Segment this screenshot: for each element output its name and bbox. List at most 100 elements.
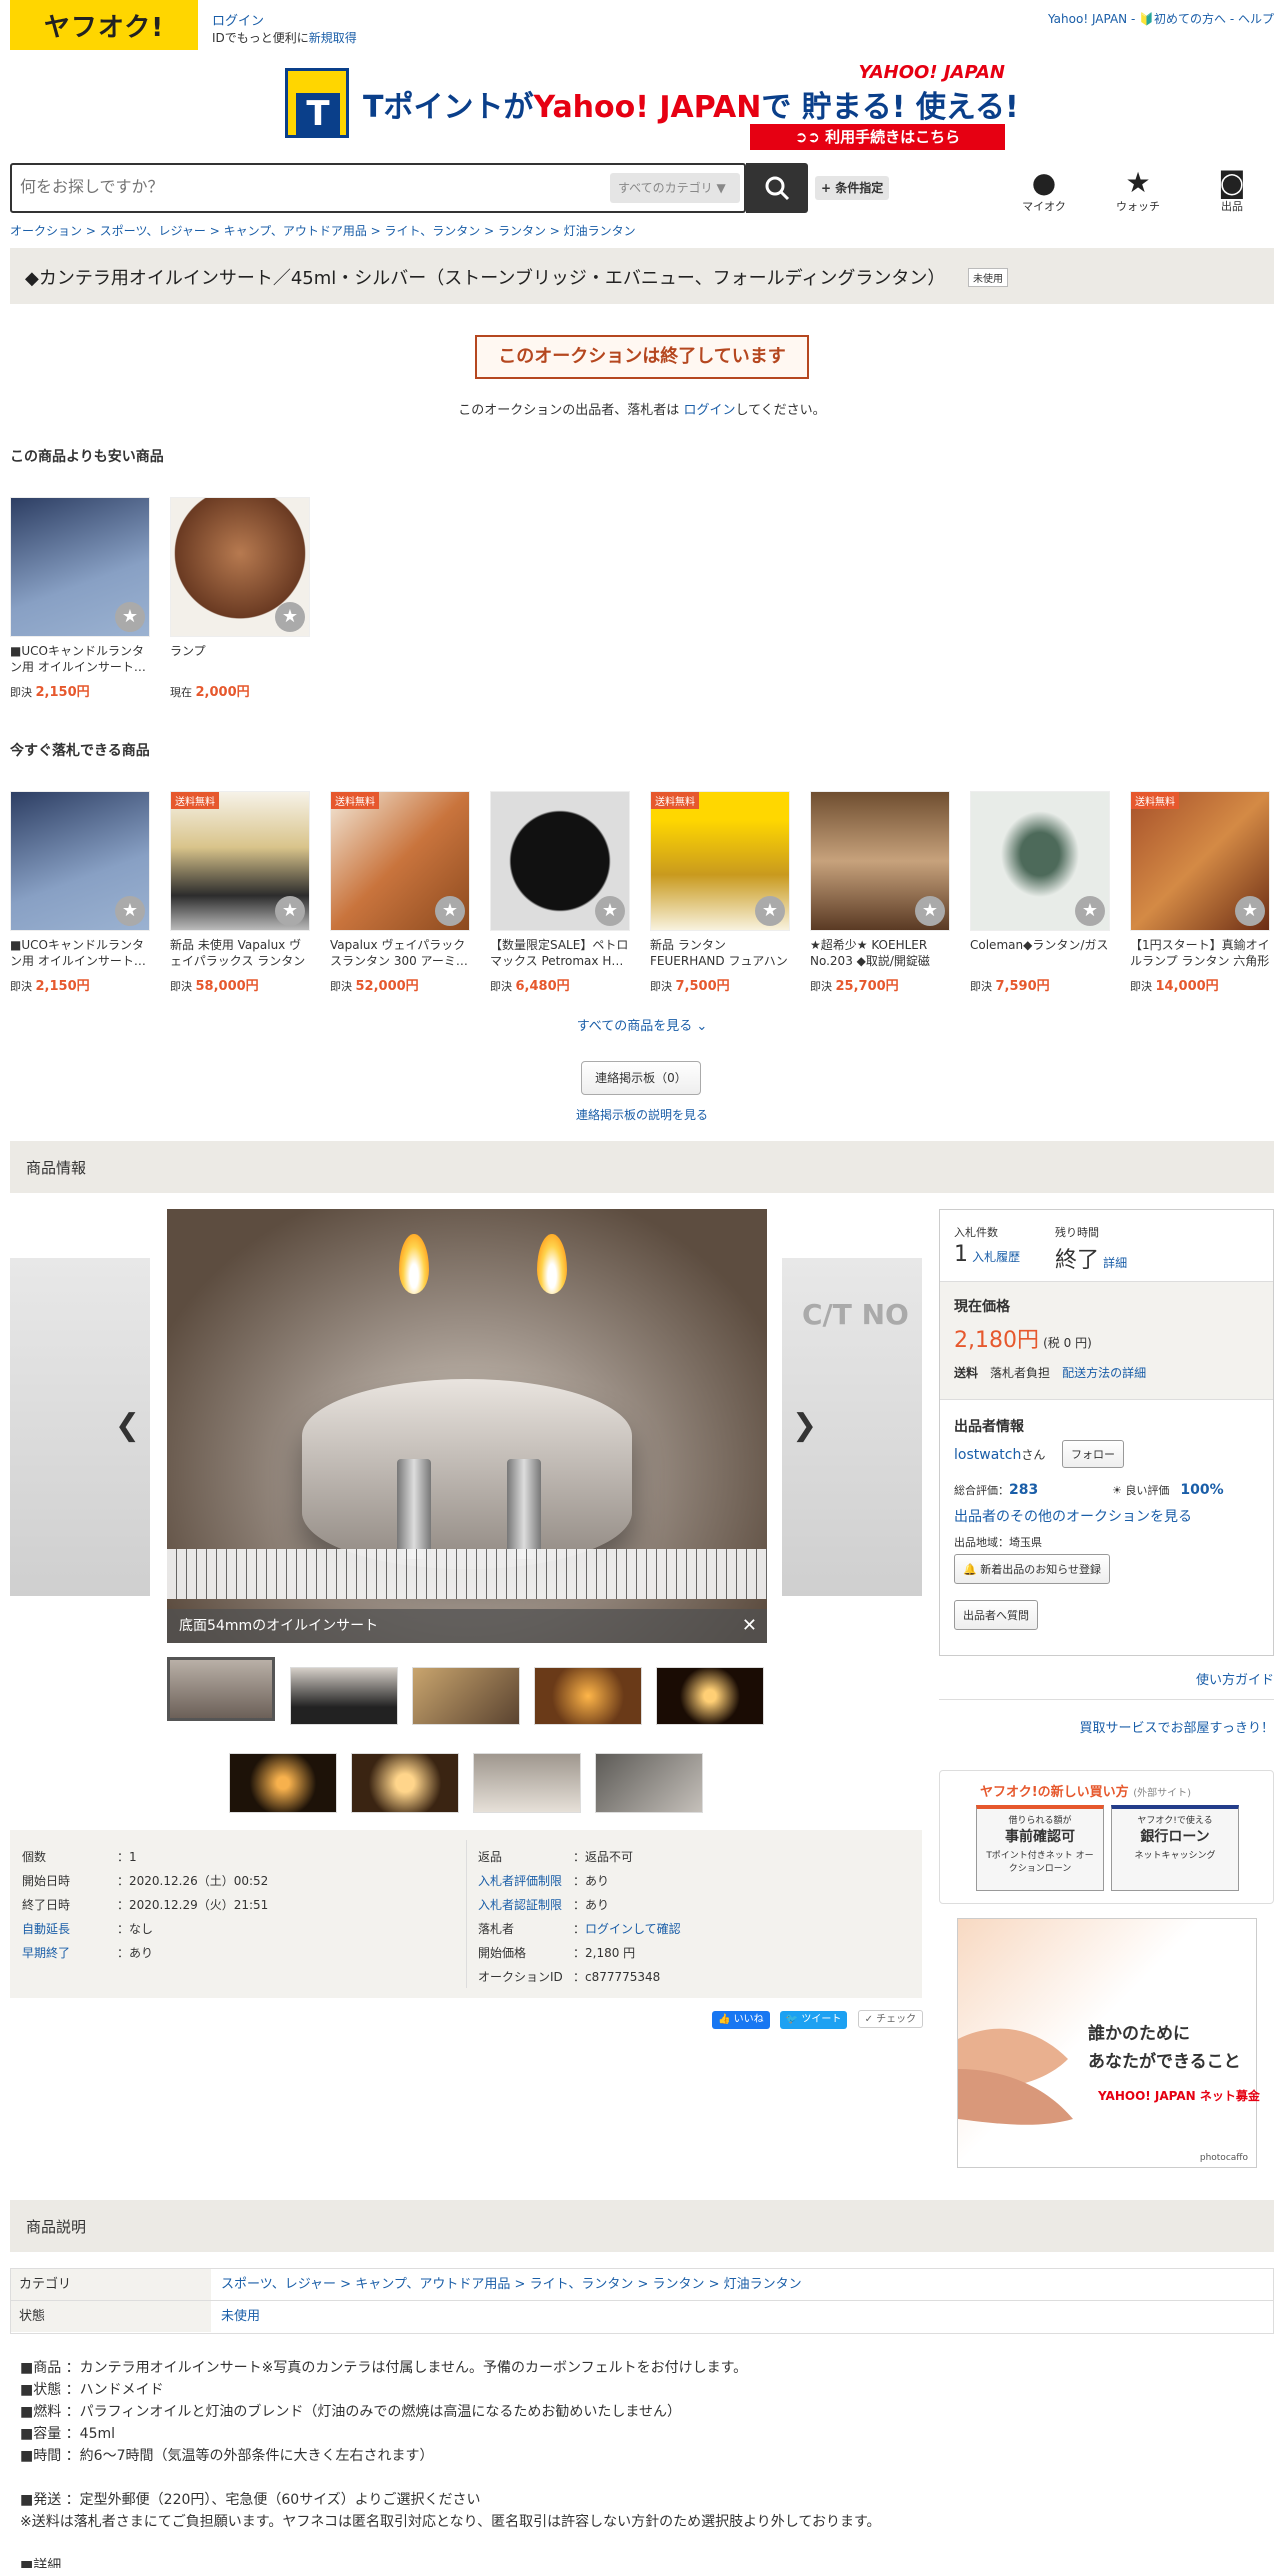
info-key-link[interactable]: 自動延長 — [22, 1920, 117, 1937]
thumbnail-9[interactable] — [595, 1753, 703, 1813]
caption-text: 底面54mmのオイルインサート — [179, 1618, 379, 1634]
donation-ad[interactable]: 誰かのために あなたができること YAHOO! JAPAN ネット募金 phot… — [957, 1918, 1260, 2168]
banner-register-button[interactable]: ➲➲ 利用手続きはこちら — [750, 124, 1005, 150]
watch-star-icon[interactable]: ★ — [115, 602, 145, 632]
ask-seller-button[interactable]: 出品者へ質問 — [954, 1600, 1038, 1630]
thumbnail-5[interactable] — [656, 1667, 764, 1725]
info-key: 開始価格 — [478, 1946, 527, 1960]
info-row: オークションID ：c877775348 — [478, 1970, 661, 1984]
product-card[interactable]: 送料無料 ★ Vapalux ヴェイパラックスランタン 300 アーミ… 即決 5… — [330, 791, 470, 994]
desc-line: ■燃料 ：パラフィンオイルと灯油のブレンド（灯油のみでの燃焼は高温になるためお勧… — [20, 2404, 681, 2420]
price-label: 即決 — [170, 980, 192, 993]
info-key-link[interactable]: 入札者認証制限 — [478, 1896, 573, 1913]
category-select[interactable]: すべてのカテゴリ ▼ — [610, 173, 740, 203]
product-price: 2,000円 — [195, 685, 250, 700]
breadcrumb[interactable]: オークション > スポーツ、レジャー > キャンプ、アウトドア用品 > ライト、… — [10, 222, 636, 239]
shipping-detail-link[interactable]: 配送方法の詳細 — [1062, 1366, 1146, 1380]
watch-star-icon[interactable]: ★ — [275, 602, 305, 632]
yahuoku-logo[interactable]: ヤフオク! — [10, 0, 198, 50]
product-card[interactable]: ★ Coleman◆ランタン/ガス 即決 7,590円 — [970, 791, 1110, 994]
product-price-row: 即決 2,150円 — [10, 681, 150, 700]
loan-card-2[interactable]: ヤフオク!で使える 銀行ローン ネットキャッシング — [1111, 1805, 1239, 1891]
other-auctions-link[interactable]: 出品者のその他のオークションを見る — [954, 1506, 1192, 1526]
tweet-button[interactable]: 🐦 ツイート — [779, 2011, 848, 2029]
product-thumbnail: 送料無料 ★ — [170, 791, 310, 931]
product-card[interactable]: ★ ■UCOキャンドルランタン用 オイルインサート… 即決 2,150円 — [10, 791, 150, 994]
buy-service-link[interactable]: 買取サービスでお部屋すっきり！ — [1080, 1717, 1274, 1736]
tpoint-logo: T — [285, 68, 349, 138]
condition-link[interactable]: 未使用 — [221, 2301, 260, 2332]
seller-name-link[interactable]: lostwatch — [954, 1447, 1021, 1463]
follow-button[interactable]: フォロー — [1062, 1440, 1124, 1468]
ad-line1: 誰かのために — [1088, 2024, 1190, 2044]
thumbnail-3[interactable] — [412, 1667, 520, 1725]
prev-image-preview[interactable]: ❮ — [10, 1258, 150, 1596]
watch-star-icon[interactable]: ★ — [115, 896, 145, 926]
ended-login-link[interactable]: ログイン — [683, 403, 735, 418]
product-card[interactable]: ★ ランプ 現在 2,000円 — [170, 497, 310, 700]
thumbnail-6[interactable] — [229, 1753, 337, 1813]
price-label: 即決 — [330, 980, 352, 993]
category-path-link[interactable]: スポーツ、レジャー > キャンプ、アウトドア用品 > ライト、ランタン > ラン… — [221, 2269, 802, 2300]
new-listing-notify-button[interactable]: 🔔 新着出品のお知らせ登録 — [954, 1554, 1110, 1584]
watch-button[interactable]: ★ ウォッチ — [1108, 168, 1168, 214]
watch-star-icon[interactable]: ★ — [1075, 896, 1105, 926]
thumbnail-1[interactable] — [167, 1657, 275, 1721]
t-letter: T — [296, 93, 340, 135]
like-button[interactable]: 👍 いいね — [712, 2011, 770, 2029]
sell-button[interactable]: ◙ 出品 — [1202, 168, 1262, 214]
board-note-link[interactable]: 連絡掲示板の説明を見る — [0, 1106, 1284, 1123]
main-product-image[interactable]: 底面54mmのオイルインサート ✕ — [167, 1209, 767, 1643]
product-card[interactable]: ★ 【数量限定SALE】ペトロマックス Petromax H… 即決 6,480… — [490, 791, 630, 994]
right-divider — [939, 1699, 1274, 1700]
watch-star-icon[interactable]: ★ — [755, 896, 785, 926]
watch-star-icon[interactable]: ★ — [1235, 896, 1265, 926]
condition-button[interactable]: + 条件指定 — [815, 176, 890, 200]
watch-star-icon[interactable]: ★ — [915, 896, 945, 926]
next-arrow-icon[interactable]: ❯ — [792, 1408, 817, 1443]
product-card[interactable]: 送料無料 ★ 新品 未使用 Vapalux ヴェイパラックス ランタン … 即決 … — [170, 791, 310, 994]
thumbnail-8[interactable] — [473, 1753, 581, 1813]
close-icon[interactable]: ✕ — [742, 1609, 757, 1643]
price-label: 即決 — [810, 980, 832, 993]
product-name: ■UCOキャンドルランタン用 オイルインサート… — [10, 644, 146, 674]
share-buttons: 👍 いいね 🐦 ツイート ✓ チェック — [706, 2010, 924, 2029]
next-image-preview[interactable]: C/T NO ❯ — [782, 1258, 922, 1596]
watch-star-icon[interactable]: ★ — [275, 896, 305, 926]
thumbnail-2[interactable] — [290, 1667, 398, 1725]
check-button[interactable]: ✓ チェック — [857, 2010, 924, 2028]
watch-star-icon[interactable]: ★ — [595, 896, 625, 926]
top-links[interactable]: Yahoo! JAPAN - 🔰初めての方へ - ヘルプ — [1048, 10, 1274, 27]
tpoint-banner[interactable]: T TポイントがYahoo! JAPANで 貯まる! 使える! YAHOO! J… — [285, 62, 1019, 152]
new-payment-title: ヤフオク!の新しい買い方 — [980, 1785, 1129, 1800]
login-link[interactable]: ログイン — [212, 10, 357, 29]
banner-text-prefix: Tポイントが — [363, 90, 534, 125]
info-key-link[interactable]: 早期終了 — [22, 1944, 117, 1961]
product-card[interactable]: 送料無料 ★ 【1円スタート】真鍮オイルランプ ランタン 六角形 即決 14,00… — [1130, 791, 1270, 994]
board-button[interactable]: 連絡掲示板（0） — [581, 1061, 701, 1095]
loan-card-1[interactable]: 借りられる額が 事前確認可 Tポイント付きネット オークションローン — [976, 1805, 1104, 1891]
product-card[interactable]: 送料無料 ★ 新品 ランタン FEUERHAND フュアハンド BS27… 即決 … — [650, 791, 790, 994]
info-key-link[interactable]: 入札者評価制限 — [478, 1872, 573, 1889]
bid-history-link[interactable]: 入札履歴 — [972, 1250, 1020, 1264]
watch-star-icon[interactable]: ★ — [435, 896, 465, 926]
search-button[interactable] — [746, 163, 808, 213]
info-row: 開始日時 ：2020.12.26（土）00:52 — [22, 1874, 269, 1888]
register-link[interactable]: 新規取得 — [309, 31, 357, 45]
product-card[interactable]: ★ ■UCOキャンドルランタン用 オイルインサート… 即決 2,150円 — [10, 497, 150, 700]
time-detail-link[interactable]: 詳細 — [1103, 1256, 1127, 1270]
product-name: ■UCOキャンドルランタン用 オイルインサート… — [10, 938, 146, 968]
product-price: 7,590円 — [995, 979, 1050, 994]
product-card[interactable]: ★ ★超希少★ KOEHLER No.203 ◆取説/開錠磁石… 即決 25,7… — [810, 791, 950, 994]
search-input[interactable] — [20, 174, 600, 202]
winner-login-link[interactable]: ログインして確認 — [585, 1922, 681, 1936]
guide-link[interactable]: 使い方ガイド — [1196, 1669, 1274, 1688]
prev-arrow-icon[interactable]: ❮ — [115, 1408, 140, 1443]
thumbnail-7[interactable] — [351, 1753, 459, 1813]
free-shipping-badge: 送料無料 — [331, 792, 379, 809]
rating-value[interactable]: 283 — [1009, 1482, 1038, 1498]
thumbnail-4[interactable] — [534, 1667, 642, 1725]
external-note: (外部サイト) — [1133, 1788, 1192, 1799]
myauction-button[interactable]: ● マイオク — [1014, 168, 1074, 214]
see-all-link[interactable]: すべての商品を見る ⌄ — [0, 1015, 1284, 1034]
